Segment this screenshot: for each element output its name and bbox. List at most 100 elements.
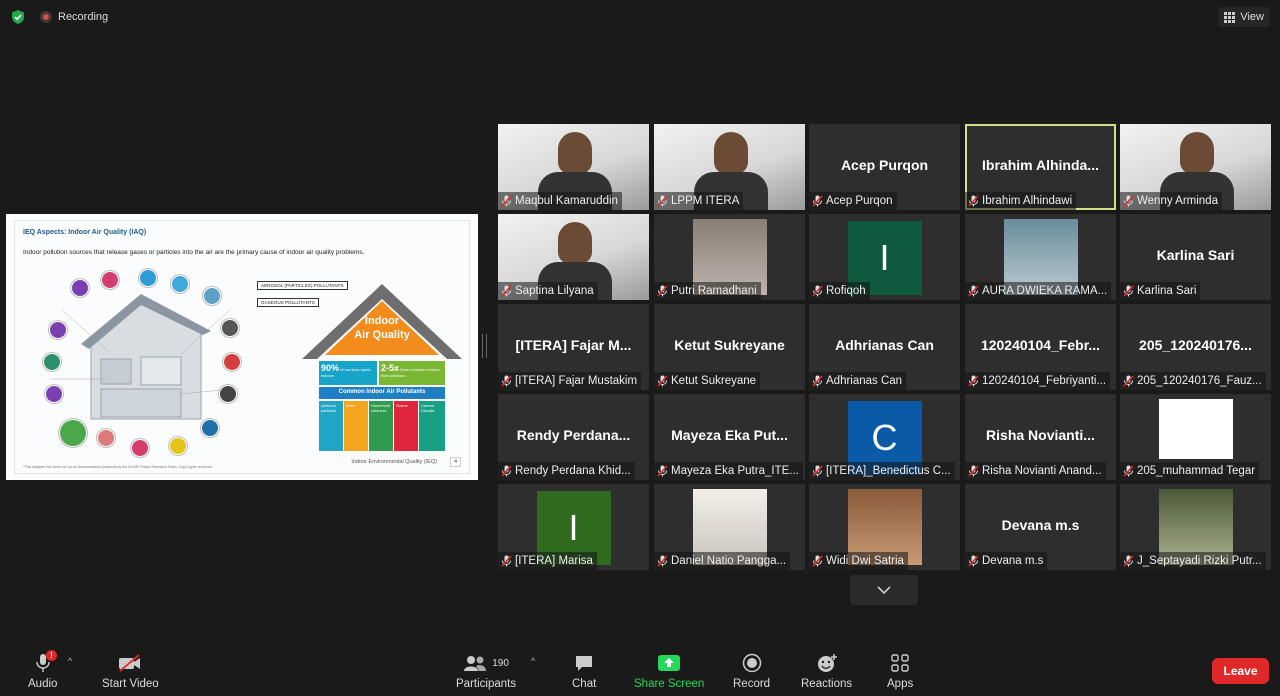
participant-tile[interactable]: Rendy Perdana... Rendy Perdana Khid... <box>498 394 649 480</box>
muted-mic-icon <box>501 285 512 297</box>
participant-name-label: Devana m.s <box>965 552 1048 570</box>
participant-name: AURA DWIEKA RAMA... <box>982 285 1108 297</box>
participant-name: [ITERA]_Benedictus C... <box>826 465 951 477</box>
apps-button[interactable]: Apps <box>887 652 913 690</box>
participant-tile[interactable]: 205_muhammad Tegar <box>1120 394 1271 480</box>
participant-tile[interactable]: I [ITERA] Marisa <box>498 484 649 570</box>
mold-icon <box>43 353 61 371</box>
participant-name: Devana m.s <box>982 555 1044 567</box>
pets-icon <box>59 419 87 447</box>
participant-tile[interactable]: Karlina Sari Karlina Sari <box>1120 214 1271 300</box>
slide-page-number: 4 <box>449 457 461 467</box>
participants-icon <box>464 656 487 671</box>
participant-name-label: AURA DWIEKA RAMA... <box>965 282 1112 300</box>
muted-mic-icon <box>968 555 979 567</box>
participant-tile[interactable]: LPPM ITERA <box>654 124 805 210</box>
apps-icon <box>891 654 909 672</box>
split-view-handle[interactable] <box>482 334 487 358</box>
muted-mic-icon <box>1123 375 1134 387</box>
share-screen-button[interactable]: Share Screen <box>634 652 704 690</box>
ambient-sources-icon <box>45 385 63 403</box>
pollutant-tile: Airborne particles <box>319 401 343 451</box>
participant-tile[interactable]: Risha Novianti... Risha Novianti Anand... <box>965 394 1116 480</box>
record-button[interactable]: Record <box>733 652 770 690</box>
participant-tile[interactable]: Saptina Lilyana <box>498 214 649 300</box>
participant-name-label: Risha Novianti Anand... <box>965 462 1106 480</box>
stat1-big: 90% <box>321 363 340 373</box>
shared-screen[interactable]: IEQ Aspects: Indoor Air Quality (IAQ) In… <box>6 214 478 480</box>
participant-tile[interactable]: I Rofiqoh <box>809 214 960 300</box>
participant-display-name: Mayeza Eka Put... <box>671 427 788 443</box>
muted-mic-icon <box>812 195 823 207</box>
participant-name-label: Putri Ramadhani <box>654 282 761 300</box>
participant-display-name: Ibrahim Alhinda... <box>982 157 1099 173</box>
participant-name: Ibrahim Alhindawi <box>982 195 1073 207</box>
reactions-button[interactable]: Reactions <box>801 652 852 690</box>
participant-tile[interactable]: Putri Ramadhani <box>654 214 805 300</box>
appliances-icon <box>203 287 221 305</box>
participants-options-caret[interactable]: ^ <box>531 656 535 666</box>
participant-tile[interactable]: Ketut Sukreyane Ketut Sukreyane <box>654 304 805 390</box>
participant-tile[interactable]: Ibrahim Alhinda... Ibrahim Alhindawi <box>965 124 1116 210</box>
share-screen-icon <box>658 655 681 671</box>
participant-name: Acep Purqon <box>826 195 893 207</box>
participant-name: [ITERA] Marisa <box>515 555 593 567</box>
recording-indicator[interactable]: Recording <box>40 9 108 25</box>
participant-tile[interactable]: 205_120240176... 205_120240176_Fauz... <box>1120 304 1271 390</box>
participant-name: LPPM ITERA <box>671 195 740 207</box>
apps-label: Apps <box>887 678 914 690</box>
participant-tile[interactable]: Devana m.s Devana m.s <box>965 484 1116 570</box>
participant-name-label: Karlina Sari <box>1120 282 1201 300</box>
radon-hazard-icon <box>169 437 187 455</box>
participant-name-label: Rendy Perdana Khid... <box>498 462 635 480</box>
audio-options-caret[interactable]: ^ <box>68 656 72 666</box>
heat-icon <box>223 353 241 371</box>
participant-tile[interactable]: Daniel Natio Pangga... <box>654 484 805 570</box>
participants-button[interactable]: 190 Participants <box>456 652 516 690</box>
participant-name: Risha Novianti Anand... <box>982 465 1102 477</box>
roof-line2: Air Quality <box>354 329 410 341</box>
participant-name: Ketut Sukreyane <box>671 375 757 387</box>
participant-tile[interactable]: [ITERA] Fajar M... [ITERA] Fajar Mustakim <box>498 304 649 390</box>
pollutant-tile: Carbon Dioxide <box>419 401 445 451</box>
participant-display-name: Acep Purqon <box>840 157 929 173</box>
participant-tile[interactable]: AURA DWIEKA RAMA... <box>965 214 1116 300</box>
view-button[interactable]: View <box>1218 7 1270 27</box>
chat-label: Chat <box>572 678 597 690</box>
participant-display-name: Risha Novianti... <box>986 427 1095 443</box>
participant-tile[interactable]: Widi Dwi Satria <box>809 484 960 570</box>
top-bar: Recording View <box>0 0 1280 34</box>
leave-button[interactable]: Leave <box>1212 658 1269 684</box>
video-off-icon <box>119 654 141 672</box>
participant-tile[interactable]: C [ITERA]_Benedictus C... <box>809 394 960 480</box>
participant-name-label: Daniel Natio Pangga... <box>654 552 791 570</box>
house-pollution-diagram <box>31 269 257 465</box>
participant-tile[interactable]: Acep Purqon Acep Purqon <box>809 124 960 210</box>
participant-display-name: Rendy Perdana... <box>516 427 631 443</box>
start-video-button[interactable]: Start Video <box>102 652 159 690</box>
video-label: Start Video <box>102 678 159 690</box>
gallery-scroll-down-button[interactable] <box>850 575 918 605</box>
participant-name: [ITERA] Fajar Mustakim <box>515 375 638 387</box>
participant-name: Daniel Natio Pangga... <box>671 555 787 567</box>
muted-mic-icon <box>1123 555 1134 567</box>
participant-tile[interactable]: Mayeza Eka Put... Mayeza Eka Putra_ITE... <box>654 394 805 480</box>
participant-name-label: Ketut Sukreyane <box>654 372 761 390</box>
participant-name: Rendy Perdana Khid... <box>515 465 631 477</box>
stat-tile-1: 90% of our lives spent indoors <box>319 361 377 385</box>
reactions-label: Reactions <box>801 678 853 690</box>
participant-tile[interactable]: J_Septayadi Rizki Putr... <box>1120 484 1271 570</box>
participant-tile[interactable]: Adhrianas Can Adhrianas Can <box>809 304 960 390</box>
pollutant-tile: Household cleaners <box>369 401 393 451</box>
muted-mic-icon <box>657 195 668 207</box>
avatar-letter: I <box>879 237 890 278</box>
participant-tile[interactable]: 120240104_Febr... 120240104_Febriyanti... <box>965 304 1116 390</box>
participant-tile[interactable]: Wenny Arminda <box>1120 124 1271 210</box>
participant-tile[interactable]: Maqbul Kamaruddin <box>498 124 649 210</box>
stat2-big: 2-5x <box>381 363 400 373</box>
participant-display-name: 205_120240176... <box>1139 337 1252 353</box>
chat-button[interactable]: Chat <box>572 652 596 690</box>
muted-mic-icon <box>501 465 512 477</box>
participant-name-label: [ITERA]_Benedictus C... <box>809 462 955 480</box>
security-shield-icon[interactable] <box>10 9 26 25</box>
